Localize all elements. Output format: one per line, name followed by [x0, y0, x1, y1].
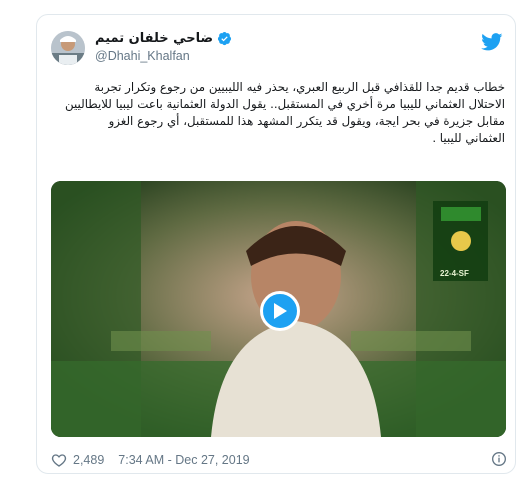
info-icon[interactable] — [491, 451, 507, 467]
tweet-card[interactable]: ضاحي خلفان تميم @Dhahi_Khalfan خطاب قديم… — [36, 14, 516, 474]
author-display-name[interactable]: ضاحي خلفان تميم — [95, 31, 213, 46]
video-overlay-label: 22-4-SF — [440, 269, 469, 278]
play-button[interactable] — [260, 291, 300, 331]
verified-badge-icon — [218, 31, 232, 46]
tweet-timestamp[interactable]: 7:34 AM - Dec 27, 2019 — [118, 453, 249, 467]
play-icon — [274, 303, 287, 319]
like-count[interactable]: 2,489 — [73, 453, 104, 467]
twitter-bird-icon[interactable] — [481, 33, 503, 51]
author-handle[interactable]: @Dhahi_Khalfan — [95, 49, 232, 63]
tweet-footer: 2,489 7:34 AM - Dec 27, 2019 — [51, 451, 507, 469]
author-block: ضاحي خلفان تميم @Dhahi_Khalfan — [95, 31, 232, 63]
author-name-row: ضاحي خلفان تميم — [95, 31, 232, 46]
tweet-video[interactable]: 22-4-SF — [51, 181, 506, 437]
tweet-text: خطاب قديم جدا للقذافي قبل الربيع العبري،… — [65, 80, 505, 145]
heart-icon[interactable] — [51, 452, 67, 468]
author-avatar[interactable] — [51, 31, 85, 65]
